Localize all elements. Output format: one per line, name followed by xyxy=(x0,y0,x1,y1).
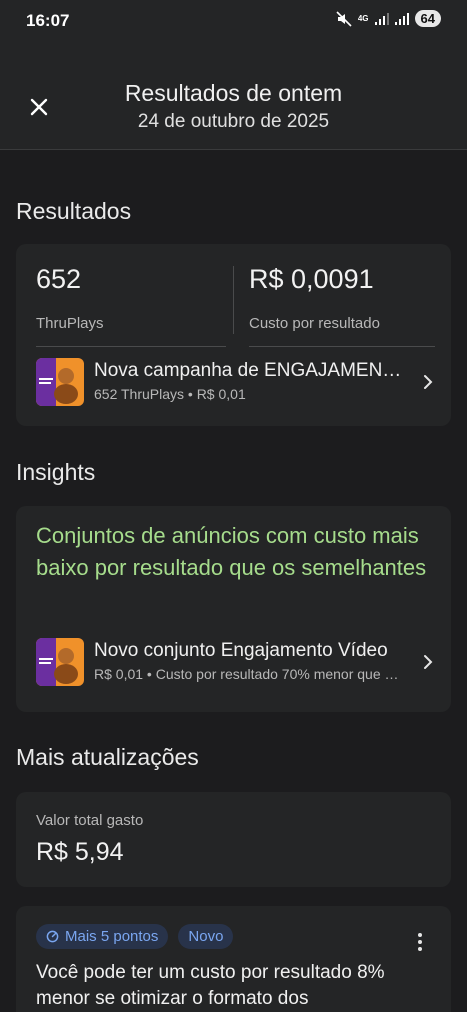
section-heading-updates: Mais atualizações xyxy=(16,744,199,770)
metric-cost-per-result: R$ 0,0091 Custo por resultado xyxy=(249,264,435,332)
page-title: Resultados de ontem xyxy=(124,80,343,106)
adset-row[interactable]: Novo conjunto Engajamento Vídeo R$ 0,01 … xyxy=(36,638,436,686)
section-heading-insights: Insights xyxy=(16,459,96,485)
insight-text: Conjuntos de anúncios com custo mais bai… xyxy=(36,523,427,580)
spent-value: R$ 5,94 xyxy=(36,838,124,866)
adset-title: Novo conjunto Engajamento Vídeo xyxy=(94,640,388,661)
more-options-icon[interactable] xyxy=(415,932,425,952)
header: Resultados de ontem 24 de outubro de 202… xyxy=(0,44,467,150)
badge-group: Mais 5 pontos Novo xyxy=(36,924,234,949)
metric-value: R$ 0,0091 xyxy=(249,264,374,294)
chevron-right-icon xyxy=(424,655,433,669)
metric-value: 652 xyxy=(36,264,82,294)
page-date: 24 de outubro de 2025 xyxy=(137,111,330,132)
points-badge-label: Mais 5 pontos xyxy=(65,928,159,945)
results-card: 652 ThruPlays R$ 0,0091 Custo por result… xyxy=(16,244,451,426)
spent-card: Valor total gasto R$ 5,94 xyxy=(16,792,451,887)
new-badge: Novo xyxy=(178,924,234,949)
section-heading-results: Resultados xyxy=(16,198,132,224)
campaign-subtitle: 652 ThruPlays • R$ 0,01 xyxy=(94,386,246,402)
divider xyxy=(233,266,234,334)
divider xyxy=(36,346,226,347)
campaign-thumbnail xyxy=(36,358,84,406)
adset-thumbnail xyxy=(36,638,84,686)
recommendation-card[interactable]: Mais 5 pontos Novo Você pode ter um cust… xyxy=(16,906,451,1012)
metric-thruplays: 652 ThruPlays xyxy=(36,264,226,332)
status-time: 16:07 xyxy=(26,11,70,30)
mute-icon xyxy=(336,10,352,27)
network-label: 4G xyxy=(357,13,369,23)
metric-label: Custo por resultado xyxy=(249,315,380,332)
campaign-title: Nova campanha de ENGAJAMENTO xyxy=(94,360,404,381)
adset-subtitle: R$ 0,01 • Custo por resultado 70% menor … xyxy=(94,666,404,682)
points-badge: Mais 5 pontos xyxy=(36,924,169,949)
spent-label: Valor total gasto xyxy=(36,812,144,829)
status-icons: 4G 64 xyxy=(336,10,441,27)
gauge-icon xyxy=(46,930,59,943)
signal-icon xyxy=(374,12,389,25)
metric-label: ThruPlays xyxy=(36,315,104,332)
campaign-row[interactable]: Nova campanha de ENGAJAMENTO 652 ThruPla… xyxy=(36,358,436,406)
divider xyxy=(249,346,435,347)
recommendation-text: Você pode ter um custo por resultado 8% … xyxy=(36,962,385,1009)
status-bar: 16:07 4G 64 xyxy=(0,0,467,44)
signal-icon-2 xyxy=(394,12,409,25)
chevron-right-icon xyxy=(424,375,433,389)
battery-badge: 64 xyxy=(414,10,441,27)
insights-card: Conjuntos de anúncios com custo mais bai… xyxy=(16,506,451,712)
